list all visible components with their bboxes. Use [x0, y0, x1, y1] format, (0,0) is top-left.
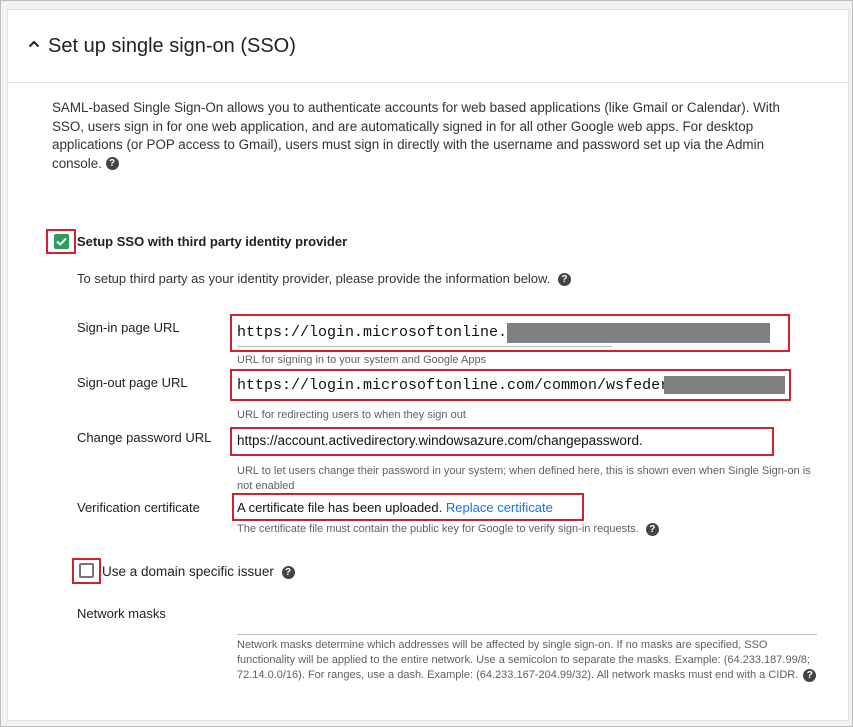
- help-icon[interactable]: ?: [557, 273, 571, 287]
- section-header[interactable]: Set up single sign-on (SSO): [8, 10, 848, 83]
- network-masks-hint-text: Network masks determine which addresses …: [237, 639, 810, 681]
- change-password-input[interactable]: https://account.activedirectory.windowsa…: [237, 433, 643, 448]
- signin-url-input[interactable]: https://login.microsoftonline.com/: [237, 324, 543, 341]
- sso-description: SAML-based Single Sign-On allows you to …: [52, 99, 812, 173]
- third-party-intro: To setup third party as your identity pr…: [77, 271, 571, 287]
- change-password-hint: URL to let users change their password i…: [237, 465, 811, 492]
- change-password-label: Change password URL: [77, 430, 212, 445]
- network-masks-input[interactable]: [237, 634, 817, 635]
- checkmark-icon: [56, 237, 67, 246]
- description-text: SAML-based Single Sign-On allows you to …: [52, 100, 780, 171]
- certificate-status: A certificate file has been uploaded. Re…: [237, 500, 553, 515]
- certificate-hint-text: The certificate file must contain the pu…: [237, 523, 639, 535]
- input-underline: [237, 346, 612, 347]
- domain-issuer-checkbox[interactable]: [79, 563, 94, 578]
- signin-url-hint: URL for signing in to your system and Go…: [237, 354, 487, 366]
- certificate-status-text: A certificate file has been uploaded.: [237, 500, 443, 515]
- sso-card: Set up single sign-on (SSO) SAML-based S…: [7, 9, 849, 721]
- setup-sso-label: Setup SSO with third party identity prov…: [77, 234, 348, 249]
- help-icon[interactable]: ?: [803, 668, 817, 682]
- help-icon[interactable]: ?: [281, 565, 295, 579]
- signin-url-label: Sign-in page URL: [77, 320, 180, 335]
- chevron-up-icon[interactable]: [28, 38, 40, 50]
- signout-url-hint: URL for redirecting users to when they s…: [237, 409, 466, 421]
- third-party-intro-text: To setup third party as your identity pr…: [77, 271, 551, 286]
- signout-url-input[interactable]: https://login.microsoftonline.com/common…: [237, 377, 714, 394]
- redacted-value: [664, 376, 785, 394]
- help-icon[interactable]: ?: [105, 157, 119, 171]
- redacted-value: [507, 323, 770, 343]
- setup-sso-checkbox[interactable]: [54, 234, 69, 249]
- replace-certificate-link[interactable]: Replace certificate: [446, 500, 553, 515]
- network-masks-label: Network masks: [77, 606, 166, 621]
- certificate-label: Verification certificate: [77, 500, 200, 515]
- certificate-hint: The certificate file must contain the pu…: [237, 522, 659, 537]
- domain-issuer-label: Use a domain specific issuer: [102, 564, 274, 579]
- window-frame: Set up single sign-on (SSO) SAML-based S…: [0, 0, 853, 727]
- domain-issuer-row: Use a domain specific issuer ?: [102, 564, 295, 579]
- section-title: Set up single sign-on (SSO): [48, 35, 296, 57]
- help-icon[interactable]: ?: [645, 522, 659, 536]
- signout-url-label: Sign-out page URL: [77, 375, 188, 390]
- network-masks-hint: Network masks determine which addresses …: [237, 638, 827, 683]
